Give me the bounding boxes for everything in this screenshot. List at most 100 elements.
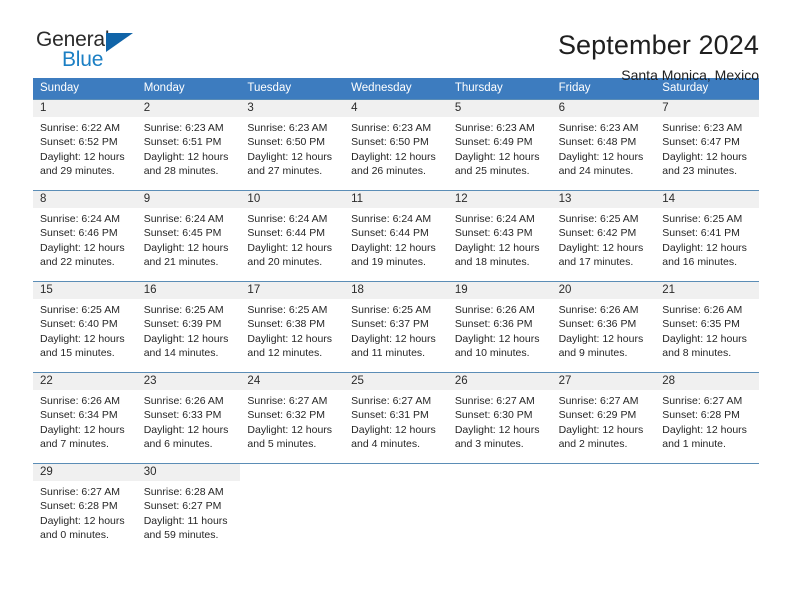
- calendar-grid: Sunday Monday Tuesday Wednesday Thursday Frid…: [33, 78, 759, 545]
- day-details: Sunrise: 6:25 AM Sunset: 6:39 PM Daylight:…: [137, 299, 241, 360]
- day-number: 15: [33, 282, 137, 299]
- sunset-text: Sunset: 6:27 PM: [143, 500, 222, 513]
- day-cell-18[interactable]: 18 Sunrise: 6:25 AM Sunset: 6:37 PM Dayligh…: [344, 282, 448, 363]
- day-cell-15[interactable]: 15 Sunrise: 6:25 AM Sunset: 6:40 PM Dayligh…: [33, 282, 137, 363]
- day-details: Sunrise: 6:26 AM Sunset: 6:33 PM Daylight:…: [137, 390, 241, 451]
- weekday-header-row: Sunday Monday Tuesday Wednesday Thursday Frid…: [33, 78, 759, 99]
- day-number: 25: [344, 373, 448, 390]
- day-cell-10[interactable]: 10 Sunrise: 6:24 AM Sunset: 6:44 PM Dayligh…: [240, 191, 345, 272]
- day-cell-16[interactable]: 16 Sunrise: 6:25 AM Sunset: 6:39 PM Dayligh…: [136, 282, 241, 363]
- day-details: Sunrise: 6:27 AM Sunset: 6:28 PM Daylight:…: [655, 390, 759, 451]
- day-cell-3[interactable]: 3 Sunrise: 6:23 AM Sunset: 6:50 PM Daylight…: [240, 100, 345, 181]
- sunset-text: Sunset: 6:28 PM: [40, 500, 118, 513]
- day-cell-23[interactable]: 23 Sunrise: 6:26 AM Sunset: 6:33 PM Dayligh…: [136, 373, 241, 454]
- sunset-text: Sunset: 6:41 PM: [662, 227, 740, 240]
- day-details: Sunrise: 6:28 AM Sunset: 6:27 PM Daylight:…: [137, 481, 241, 542]
- day-details: Sunrise: 6:26 AM Sunset: 6:36 PM Daylight:…: [552, 299, 656, 360]
- day-cell-9[interactable]: 9 Sunrise: 6:24 AM Sunset: 6:45 PM Daylight…: [136, 191, 241, 272]
- daylight-text-line1: Daylight: 12 hours: [351, 150, 436, 163]
- day-details: Sunrise: 6:23 AM Sunset: 6:50 PM Daylight:…: [344, 117, 448, 178]
- daylight-text-line2: and 3 minutes.: [454, 437, 524, 450]
- calendar-week-row: 29 Sunrise: 6:27 AM Sunset: 6:28 PM Dayligh…: [33, 463, 759, 545]
- daylight-text-line2: and 14 minutes.: [143, 346, 219, 359]
- day-cell-29[interactable]: 29 Sunrise: 6:27 AM Sunset: 6:28 PM Dayligh…: [33, 464, 137, 545]
- sunrise-text: Sunrise: 6:25 AM: [40, 304, 120, 316]
- sunrise-text: Sunrise: 6:24 AM: [351, 213, 432, 225]
- day-cell-17[interactable]: 17 Sunrise: 6:25 AM Sunset: 6:38 PM Dayligh…: [240, 282, 345, 363]
- daylight-text-line2: and 24 minutes.: [558, 164, 634, 177]
- day-cell-7[interactable]: 7 Sunrise: 6:23 AM Sunset: 6:47 PM Daylight…: [655, 100, 759, 181]
- weekday-header-thursday: Thursday: [454, 82, 503, 94]
- brand-logo[interactable]: General Blue: [33, 28, 148, 74]
- day-cell-27[interactable]: 27 Sunrise: 6:27 AM Sunset: 6:29 PM Dayligh…: [551, 373, 656, 454]
- daylight-text-line1: Daylight: 12 hours: [662, 150, 747, 163]
- day-cell-22[interactable]: 22 Sunrise: 6:26 AM Sunset: 6:34 PM Dayligh…: [33, 373, 137, 454]
- day-cell-empty: [240, 464, 344, 545]
- day-cell-21[interactable]: 21 Sunrise: 6:26 AM Sunset: 6:35 PM Dayligh…: [655, 282, 759, 363]
- day-cell-4[interactable]: 4 Sunrise: 6:23 AM Sunset: 6:50 PM Daylight…: [344, 100, 448, 181]
- day-cell-12[interactable]: 12 Sunrise: 6:24 AM Sunset: 6:43 PM Dayligh…: [447, 191, 552, 272]
- daylight-text-line2: and 23 minutes.: [662, 164, 737, 177]
- day-cell-5[interactable]: 5 Sunrise: 6:23 AM Sunset: 6:49 PM Daylight…: [447, 100, 552, 181]
- sunset-text: Sunset: 6:33 PM: [143, 409, 222, 422]
- sunrise-text: Sunrise: 6:26 AM: [40, 395, 120, 407]
- day-cell-8[interactable]: 8 Sunrise: 6:24 AM Sunset: 6:46 PM Daylight…: [33, 191, 137, 272]
- day-cell-24[interactable]: 24 Sunrise: 6:27 AM Sunset: 6:32 PM Dayligh…: [240, 373, 345, 454]
- daylight-text-line1: Daylight: 12 hours: [143, 332, 229, 345]
- day-cell-19[interactable]: 19 Sunrise: 6:26 AM Sunset: 6:36 PM Dayligh…: [447, 282, 552, 363]
- day-cell-26[interactable]: 26 Sunrise: 6:27 AM Sunset: 6:30 PM Dayligh…: [447, 373, 552, 454]
- daylight-text-line1: Daylight: 12 hours: [40, 150, 125, 163]
- day-details: Sunrise: 6:23 AM Sunset: 6:50 PM Daylight:…: [240, 117, 344, 178]
- day-details: Sunrise: 6:27 AM Sunset: 6:31 PM Daylight:…: [344, 390, 448, 451]
- calendar-week-row: 1 Sunrise: 6:22 AM Sunset: 6:52 PM Daylight…: [33, 99, 759, 181]
- sunset-text: Sunset: 6:49 PM: [454, 136, 533, 149]
- daylight-text-line1: Daylight: 12 hours: [662, 241, 747, 254]
- daylight-text-line1: Daylight: 12 hours: [454, 332, 540, 345]
- day-details: Sunrise: 6:25 AM Sunset: 6:40 PM Daylight:…: [33, 299, 137, 360]
- daylight-text-line1: Daylight: 12 hours: [40, 241, 125, 254]
- day-number: 21: [655, 282, 759, 299]
- day-cell-1[interactable]: 1 Sunrise: 6:22 AM Sunset: 6:52 PM Daylight…: [33, 100, 137, 181]
- day-number: 11: [344, 191, 448, 208]
- day-number: 14: [655, 191, 759, 208]
- daylight-text-line1: Daylight: 12 hours: [351, 423, 436, 436]
- day-cell-6[interactable]: 6 Sunrise: 6:23 AM Sunset: 6:48 PM Daylight…: [551, 100, 656, 181]
- calendar-weeks: 1 Sunrise: 6:22 AM Sunset: 6:52 PM Daylight…: [33, 99, 759, 545]
- daylight-text-line1: Daylight: 12 hours: [351, 241, 436, 254]
- day-details: Sunrise: 6:24 AM Sunset: 6:46 PM Daylight:…: [33, 208, 137, 269]
- sunrise-text: Sunrise: 6:23 AM: [558, 122, 639, 134]
- daylight-text-line1: Daylight: 12 hours: [454, 423, 540, 436]
- day-cell-20[interactable]: 20 Sunrise: 6:26 AM Sunset: 6:36 PM Dayligh…: [551, 282, 656, 363]
- day-details: Sunrise: 6:23 AM Sunset: 6:49 PM Daylight:…: [448, 117, 552, 178]
- day-cell-14[interactable]: 14 Sunrise: 6:25 AM Sunset: 6:41 PM Dayligh…: [655, 191, 759, 272]
- day-cell-30[interactable]: 30 Sunrise: 6:28 AM Sunset: 6:27 PM Dayligh…: [136, 464, 241, 545]
- day-number: 3: [240, 100, 345, 117]
- day-cell-2[interactable]: 2 Sunrise: 6:23 AM Sunset: 6:51 PM Daylight…: [136, 100, 241, 181]
- sunset-text: Sunset: 6:51 PM: [143, 136, 222, 149]
- title-block: September 2024 Santa Monica, Mexico: [558, 28, 759, 85]
- daylight-text-line2: and 59 minutes.: [143, 528, 219, 541]
- sunset-text: Sunset: 6:29 PM: [558, 409, 637, 422]
- day-cell-25[interactable]: 25 Sunrise: 6:27 AM Sunset: 6:31 PM Dayligh…: [344, 373, 448, 454]
- daylight-text-line2: and 11 minutes.: [351, 346, 426, 359]
- day-cell-11[interactable]: 11 Sunrise: 6:24 AM Sunset: 6:44 PM Dayligh…: [344, 191, 448, 272]
- daylight-text-line1: Daylight: 11 hours: [143, 514, 228, 527]
- day-details: Sunrise: 6:26 AM Sunset: 6:36 PM Daylight:…: [448, 299, 552, 360]
- weekday-header-saturday: Saturday: [662, 82, 709, 94]
- day-cell-13[interactable]: 13 Sunrise: 6:25 AM Sunset: 6:42 PM Dayligh…: [551, 191, 656, 272]
- sunset-text: Sunset: 6:39 PM: [143, 318, 222, 331]
- day-details: Sunrise: 6:27 AM Sunset: 6:32 PM Daylight:…: [240, 390, 344, 451]
- daylight-text-line2: and 12 minutes.: [247, 346, 323, 359]
- sunrise-text: Sunrise: 6:27 AM: [247, 395, 328, 407]
- sunrise-text: Sunrise: 6:27 AM: [454, 395, 535, 407]
- day-number: 1: [33, 100, 137, 117]
- day-details: Sunrise: 6:25 AM Sunset: 6:38 PM Daylight:…: [240, 299, 344, 360]
- sunrise-text: Sunrise: 6:24 AM: [247, 213, 328, 225]
- sunset-text: Sunset: 6:36 PM: [454, 318, 533, 331]
- sunrise-text: Sunrise: 6:28 AM: [143, 486, 224, 498]
- day-cell-empty: [655, 464, 759, 545]
- sunset-text: Sunset: 6:44 PM: [351, 227, 429, 240]
- sunrise-text: Sunrise: 6:26 AM: [558, 304, 639, 316]
- day-cell-28[interactable]: 28 Sunrise: 6:27 AM Sunset: 6:28 PM Dayligh…: [655, 373, 759, 454]
- daylight-text-line1: Daylight: 12 hours: [351, 332, 436, 345]
